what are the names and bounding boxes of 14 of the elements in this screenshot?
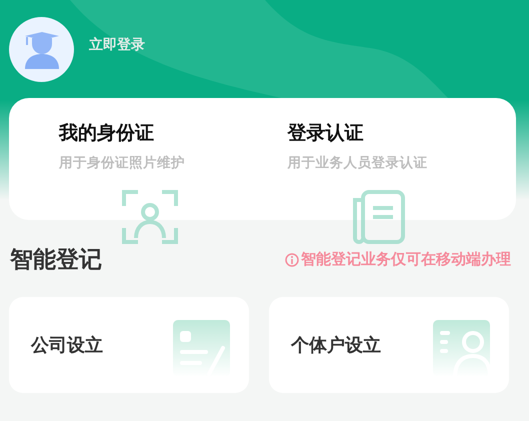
tile-label: 公司设立	[31, 334, 103, 357]
service-tile[interactable]: 个体户设立	[269, 297, 509, 393]
card-title[interactable]: 我的身份证	[59, 120, 288, 146]
tile-label: 个体户设立	[291, 334, 381, 357]
section-title: 智能登记	[10, 246, 102, 275]
card-subtitle: 用于业务人员登录认证	[288, 154, 428, 172]
service-tile[interactable]: 公司设立	[9, 297, 249, 393]
card-subtitle: 用于身份证照片维护	[59, 154, 186, 172]
info-icon	[285, 252, 299, 266]
document-icon	[350, 190, 406, 244]
notice-text: 智能登记业务仅可在移动端办理	[301, 250, 511, 269]
face-scan-icon	[122, 190, 178, 244]
student-avatar-icon	[22, 29, 60, 69]
card-title[interactable]: 登录认证	[288, 120, 516, 146]
